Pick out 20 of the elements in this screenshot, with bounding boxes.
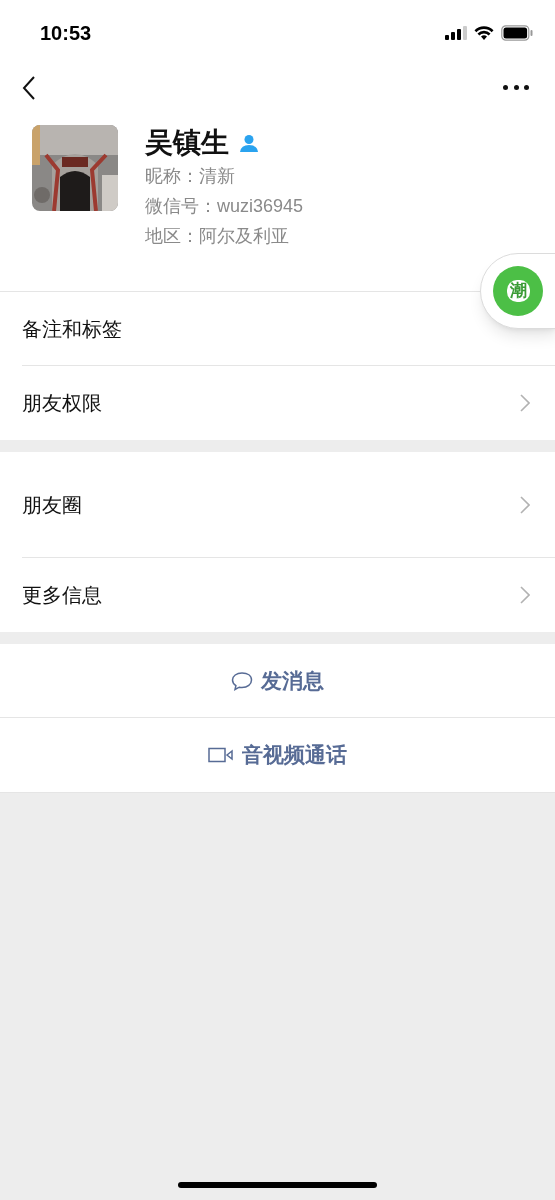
action-button[interactable]: 音视频通话 bbox=[0, 718, 555, 792]
person-icon bbox=[239, 134, 259, 152]
list-row[interactable]: 朋友权限 bbox=[22, 366, 555, 440]
battery-icon bbox=[501, 24, 533, 41]
video-camera-icon bbox=[208, 747, 234, 763]
profile-info: 微信号：wuzi36945 bbox=[145, 195, 304, 218]
chevron-right-icon bbox=[520, 495, 530, 514]
profile-info: 昵称：清新 bbox=[145, 165, 236, 188]
list-row[interactable]: 朋友圈 bbox=[22, 452, 555, 558]
contact-name: 吴镇生 bbox=[145, 129, 229, 157]
signal-icon bbox=[445, 25, 467, 40]
chevron-right-icon bbox=[520, 394, 530, 412]
list-row[interactable]: 更多信息 bbox=[22, 558, 555, 632]
profile-info: 地区：阿尔及利亚 bbox=[145, 225, 290, 248]
bubble-label: 潮 bbox=[506, 280, 530, 302]
chat-bubble-icon bbox=[231, 670, 253, 691]
chevron-right-icon bbox=[520, 586, 530, 604]
action-button[interactable]: 发消息 bbox=[0, 644, 555, 718]
wifi-icon bbox=[474, 25, 494, 40]
status-time: 10:53 bbox=[40, 20, 92, 46]
